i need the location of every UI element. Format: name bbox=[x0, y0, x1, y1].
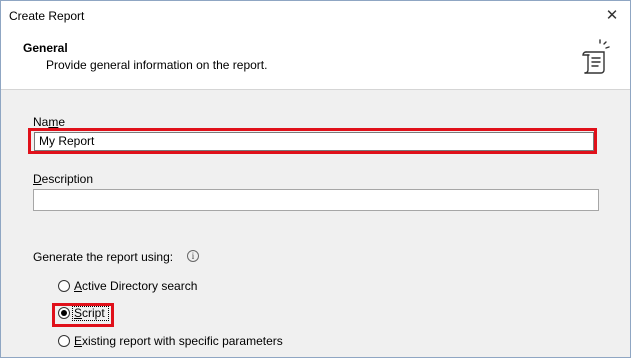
radio-button[interactable] bbox=[58, 335, 70, 347]
radio-label: Existing report with specific parameters bbox=[74, 334, 283, 348]
description-input[interactable] bbox=[33, 189, 599, 211]
radio-label: Active Directory search bbox=[74, 279, 198, 293]
radio-label: Script bbox=[74, 306, 105, 320]
radio-button[interactable] bbox=[58, 307, 70, 319]
report-scroll-icon bbox=[582, 39, 610, 74]
radio-button[interactable] bbox=[58, 280, 70, 292]
header-title: General bbox=[23, 41, 68, 55]
title-bar: Create Report ✕ bbox=[1, 1, 630, 31]
name-label: Name bbox=[33, 115, 66, 129]
window-title: Create Report bbox=[9, 9, 85, 23]
name-input[interactable]: My Report bbox=[34, 132, 594, 151]
description-label: Description bbox=[33, 172, 94, 186]
close-icon[interactable]: ✕ bbox=[602, 6, 622, 26]
info-icon[interactable]: i bbox=[187, 250, 199, 262]
header-subtitle: Provide general information on the repor… bbox=[46, 58, 268, 72]
wizard-header: General Provide general information on t… bbox=[1, 31, 630, 90]
create-report-dialog: Create Report ✕ General Provide general … bbox=[0, 0, 631, 358]
generate-label: Generate the report using: bbox=[33, 250, 174, 264]
